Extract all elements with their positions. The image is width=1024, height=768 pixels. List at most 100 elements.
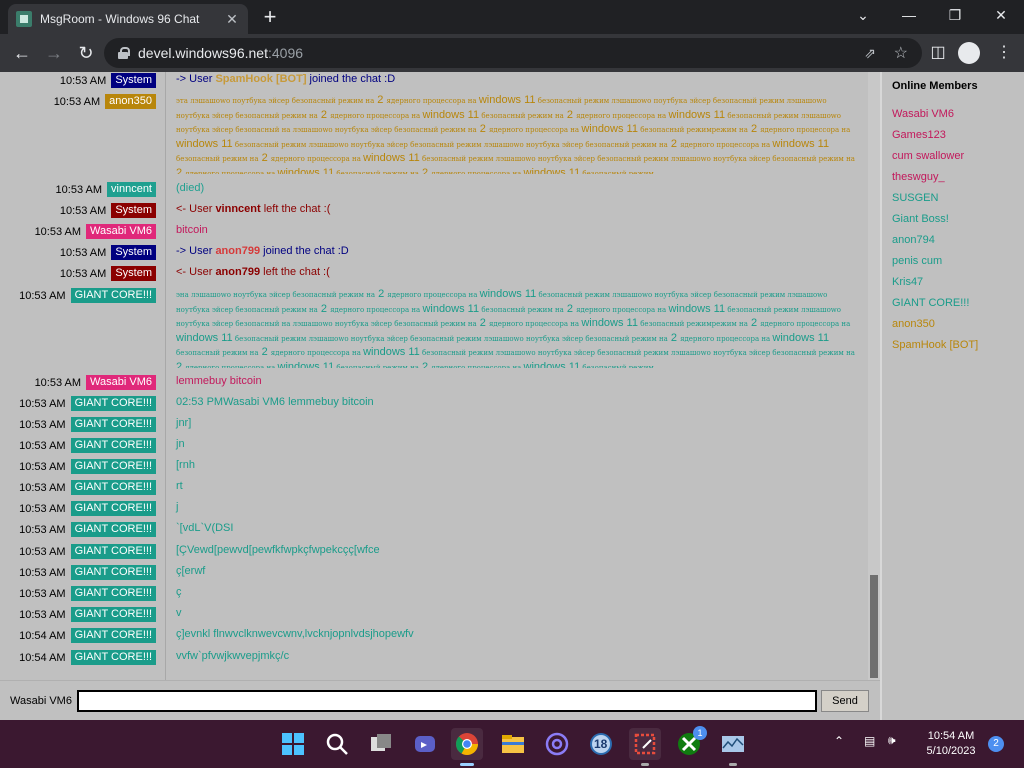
minimize-window-button[interactable]: —: [886, 0, 932, 30]
message-meta: 10:53 AM GIANT CORE!!!: [0, 438, 156, 453]
member-list-item[interactable]: Kris47: [892, 276, 923, 288]
current-nickname[interactable]: Wasabi VM6: [10, 695, 72, 707]
chat-message-text: ç]evnkl flnwvclknwevcwnv,lvcknjopnlvdsjh…: [176, 628, 414, 640]
chat-scrollbar-thumb[interactable]: [870, 575, 878, 678]
username-badge[interactable]: System: [111, 73, 156, 88]
username-badge[interactable]: GIANT CORE!!!: [70, 396, 156, 411]
spam-text-fragment: ядерного процессора на: [270, 349, 364, 357]
spam-text-fragment: windows 11: [363, 152, 420, 164]
show-hidden-icons-chevron-icon[interactable]: ⌃: [834, 734, 844, 748]
message-timestamp: 10:53 AM: [34, 376, 82, 389]
address-bar[interactable]: devel.windows96.net:4096 ⇗ ☆: [104, 38, 922, 68]
username-badge[interactable]: GIANT CORE!!!: [70, 565, 156, 580]
spam-text-fragment: безопасный режим: [580, 363, 654, 369]
message-meta: 10:53 AM GIANT CORE!!!: [0, 607, 156, 622]
username-badge[interactable]: System: [111, 245, 156, 260]
username-badge[interactable]: anon350: [105, 94, 156, 109]
new-tab-button[interactable]: +: [258, 6, 282, 30]
back-arrow-icon[interactable]: ←: [8, 39, 36, 67]
username-badge[interactable]: GIANT CORE!!!: [70, 628, 156, 643]
member-list-item[interactable]: GIANT CORE!!!: [892, 297, 969, 309]
spam-text-fragment: 2: [317, 302, 331, 315]
bookmark-star-icon[interactable]: ☆: [894, 43, 908, 63]
snipping-tool-button[interactable]: [629, 728, 661, 766]
chat-message-text: vvfw`pfvwjkwvepjmkç/c: [176, 650, 290, 662]
menu-kebab-icon[interactable]: ⋮: [990, 39, 1018, 67]
share-icon[interactable]: ⇗: [864, 45, 876, 62]
spam-text-fragment: безопасный режимрежим на: [637, 320, 748, 328]
username-badge[interactable]: System: [111, 266, 156, 281]
spam-text-fragment: 2: [258, 152, 271, 164]
username-badge[interactable]: GIANT CORE!!!: [70, 480, 156, 495]
member-list-item[interactable]: Giant Boss!: [892, 213, 949, 225]
spam-text-fragment: безопасный режим: [580, 169, 654, 175]
restore-window-button[interactable]: ❐: [932, 0, 978, 30]
notification-count-badge[interactable]: 2: [988, 736, 1004, 752]
username-badge[interactable]: GIANT CORE!!!: [70, 522, 156, 537]
member-list-item[interactable]: SUSGEN: [892, 192, 938, 204]
system-leave-message: <- User anon799 left the chat :(: [176, 266, 862, 278]
reload-icon[interactable]: ↻: [72, 39, 100, 67]
side-panel-icon[interactable]: ◫: [924, 39, 952, 67]
username-badge[interactable]: GIANT CORE!!!: [70, 586, 156, 601]
member-list-item[interactable]: Wasabi VM6: [892, 108, 954, 120]
at-sign-app-icon[interactable]: [541, 728, 573, 760]
username-badge[interactable]: GIANT CORE!!!: [70, 288, 156, 303]
member-list-item[interactable]: theswguy_: [892, 171, 945, 183]
browser-tab[interactable]: MsgRoom - Windows 96 Chat ✕: [8, 4, 248, 34]
message-timestamp: 10:53 AM: [19, 481, 66, 494]
message-timestamp: 10:53 AM: [19, 460, 66, 473]
member-list-item[interactable]: cum swallower: [892, 150, 964, 162]
send-button[interactable]: Send: [821, 690, 869, 712]
spam-text-fragment: 2: [176, 360, 186, 369]
member-list-item[interactable]: SpamHook [BOT]: [892, 339, 978, 351]
spam-text-fragment: 2: [317, 108, 331, 121]
message-input[interactable]: [77, 690, 817, 712]
file-explorer-icon[interactable]: [497, 728, 529, 760]
forward-arrow-icon[interactable]: →: [40, 39, 68, 67]
teams-chat-icon[interactable]: [409, 728, 441, 760]
message-meta: 10:53 AM System: [0, 266, 156, 281]
username-badge[interactable]: System: [111, 203, 156, 218]
xbox-app-button[interactable]: 1: [673, 726, 707, 760]
member-list-item[interactable]: Games123: [892, 129, 946, 141]
snipping-tool-icon: [634, 733, 656, 755]
tab-search-chevron-icon[interactable]: ⌄: [840, 0, 886, 30]
chrome-taskbar-button[interactable]: [451, 728, 483, 766]
member-list-item[interactable]: anon350: [892, 318, 935, 330]
profile-avatar-icon[interactable]: [958, 42, 980, 64]
message-meta: 10:53 AM GIANT CORE!!!: [0, 565, 156, 580]
windows-start-icon[interactable]: [277, 728, 309, 760]
message-meta: 10:53 AM System: [0, 203, 156, 218]
volume-icon[interactable]: 🕪: [888, 733, 896, 748]
username-badge[interactable]: GIANT CORE!!!: [70, 501, 156, 516]
username-badge[interactable]: GIANT CORE!!!: [70, 544, 156, 559]
username-badge[interactable]: GIANT CORE!!!: [70, 438, 156, 453]
task-view-icon[interactable]: [365, 728, 397, 760]
username-badge[interactable]: GIANT CORE!!!: [70, 650, 156, 665]
spam-text-fragment: 2: [375, 288, 388, 300]
username-badge[interactable]: GIANT CORE!!!: [70, 607, 156, 622]
username-badge[interactable]: Wasabi VM6: [86, 375, 156, 390]
system-message-prefix: <- User: [176, 266, 216, 278]
username-badge[interactable]: GIANT CORE!!!: [70, 417, 156, 432]
performance-app-button[interactable]: [717, 728, 749, 766]
message-timestamp: 10:53 AM: [19, 439, 66, 452]
chat-message-text: rt: [176, 480, 183, 492]
calendar-app-button[interactable]: 18: [585, 728, 617, 760]
username-badge[interactable]: GIANT CORE!!!: [70, 459, 156, 474]
search-icon[interactable]: [321, 728, 353, 760]
network-icon[interactable]: ▤: [864, 734, 875, 748]
taskbar-clock[interactable]: 10:54 AM 5/10/2023: [916, 729, 986, 759]
username-badge[interactable]: vinncent: [107, 182, 156, 197]
spam-text-fragment: ядерного процессора на: [576, 305, 669, 314]
close-window-button[interactable]: ✕: [978, 0, 1024, 30]
tab-close-icon[interactable]: ✕: [224, 11, 240, 28]
member-list-item[interactable]: anon794: [892, 234, 935, 246]
member-list-item[interactable]: penis cum: [892, 255, 942, 267]
chat-log[interactable]: 10:53 AM System -> User SpamHook [BOT] joi…: [0, 72, 880, 680]
username-badge[interactable]: Wasabi VM6: [86, 224, 156, 239]
clock-time: 10:54 AM: [927, 730, 975, 742]
browser-toolbar: ← → ↻ devel.windows96.net:4096 ⇗ ☆ ◫ ⋮: [0, 34, 1024, 72]
lock-icon: [118, 47, 130, 59]
